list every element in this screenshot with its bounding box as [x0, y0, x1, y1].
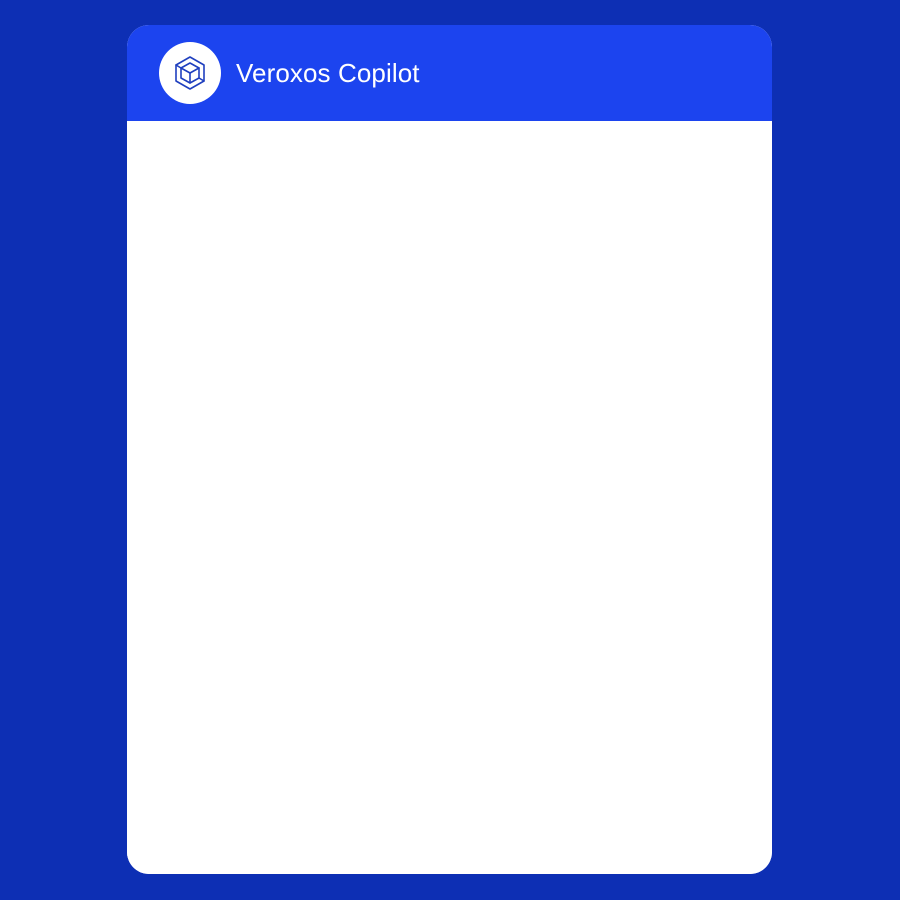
copilot-header: Veroxos Copilot	[127, 25, 772, 121]
copilot-window: Veroxos Copilot	[127, 25, 772, 874]
chat-area	[127, 121, 772, 874]
app-title: Veroxos Copilot	[236, 58, 420, 88]
app-logo	[159, 42, 221, 104]
hexagon-cube-icon	[175, 56, 205, 90]
